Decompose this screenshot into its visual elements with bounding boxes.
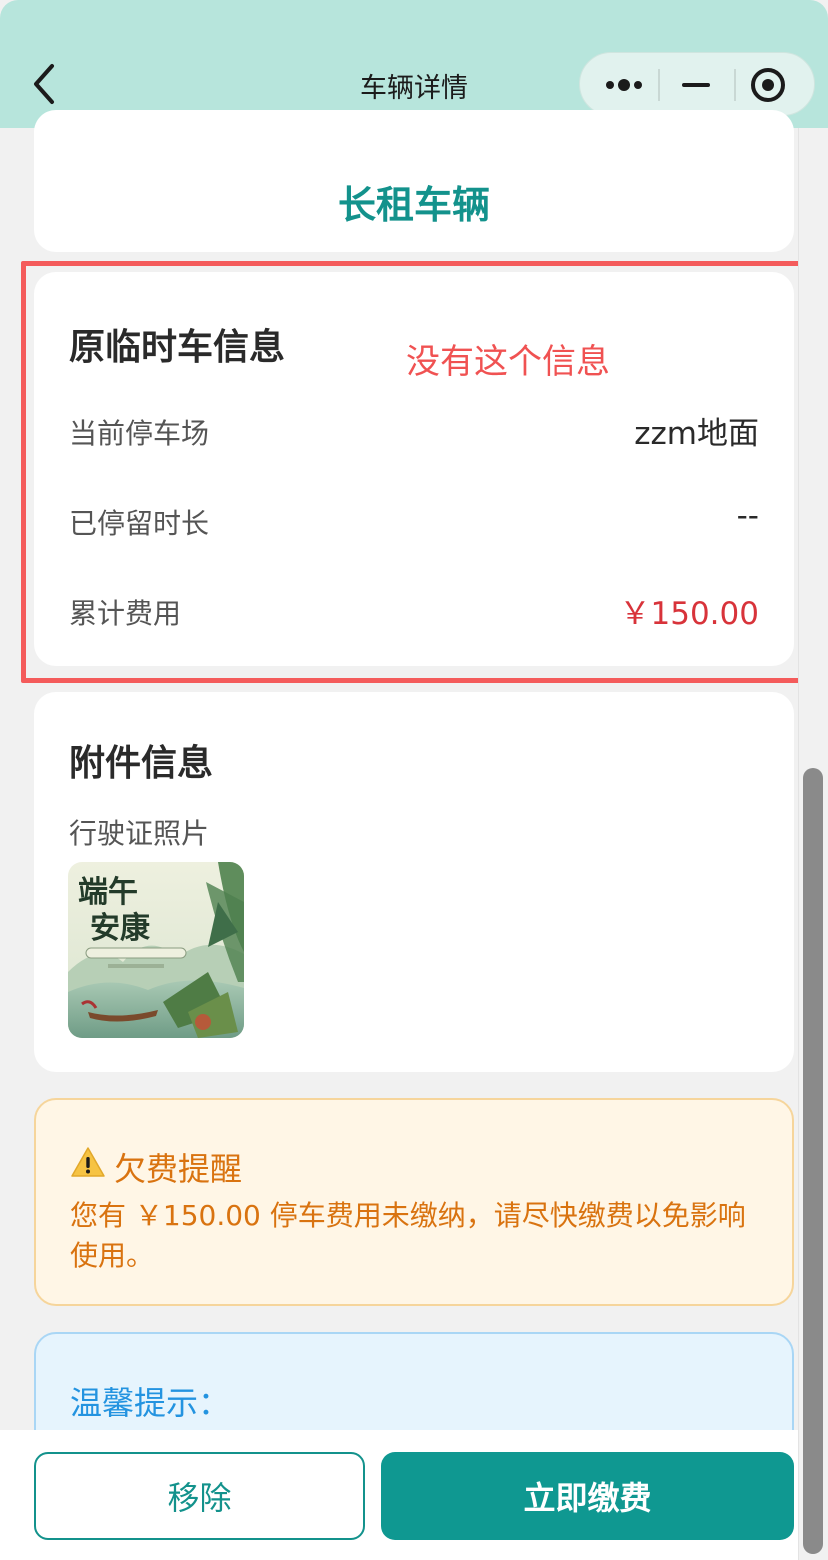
remove-button[interactable]: 移除 xyxy=(34,1452,365,1540)
svg-text:端午: 端午 xyxy=(78,875,138,910)
vehicle-detail-page: 车辆详情 长租车辆 原临时车信息 当前停车场 zzm地面 已停留时长 -- 累计… xyxy=(0,0,828,1560)
arrears-message: 您有 ￥150.00 停车费用未缴纳，请尽快缴费以免影响使用。 xyxy=(70,1199,746,1272)
scrollbar-thumb[interactable] xyxy=(803,768,823,1554)
close-target-icon[interactable] xyxy=(750,67,786,103)
tips-title: 温馨提示： xyxy=(70,1384,231,1422)
pay-now-button[interactable]: 立即缴费 xyxy=(381,1452,794,1540)
license-photo-label: 行驶证照片 xyxy=(69,817,210,850)
arrears-warning-card: 欠费提醒 您有 ￥150.00 停车费用未缴纳，请尽快缴费以免影响使用。 xyxy=(34,1098,794,1306)
warning-icon xyxy=(70,1146,106,1178)
navigation-bar: 车辆详情 xyxy=(0,0,828,128)
attachment-info-card: 附件信息 行驶证照片 端午 安康 xyxy=(34,692,794,1072)
license-photo-thumbnail[interactable]: 端午 安康 xyxy=(68,862,244,1038)
vehicle-type-label: 长租车辆 xyxy=(337,183,490,227)
vehicle-type-card: 长租车辆 xyxy=(34,110,794,252)
bottom-action-bar: 移除 立即缴费 xyxy=(0,1430,798,1560)
capsule-divider xyxy=(658,69,660,101)
annotation-note: 没有这个信息 xyxy=(406,342,610,382)
arrears-title: 欠费提醒 xyxy=(114,1150,243,1188)
svg-text:安康: 安康 xyxy=(90,911,151,946)
minimize-icon[interactable] xyxy=(678,73,718,97)
annotation-highlight-box xyxy=(21,261,807,683)
capsule-divider xyxy=(734,69,736,101)
attachment-card-title: 附件信息 xyxy=(69,743,214,784)
mini-program-capsule xyxy=(579,52,815,116)
more-icon[interactable] xyxy=(600,73,648,97)
